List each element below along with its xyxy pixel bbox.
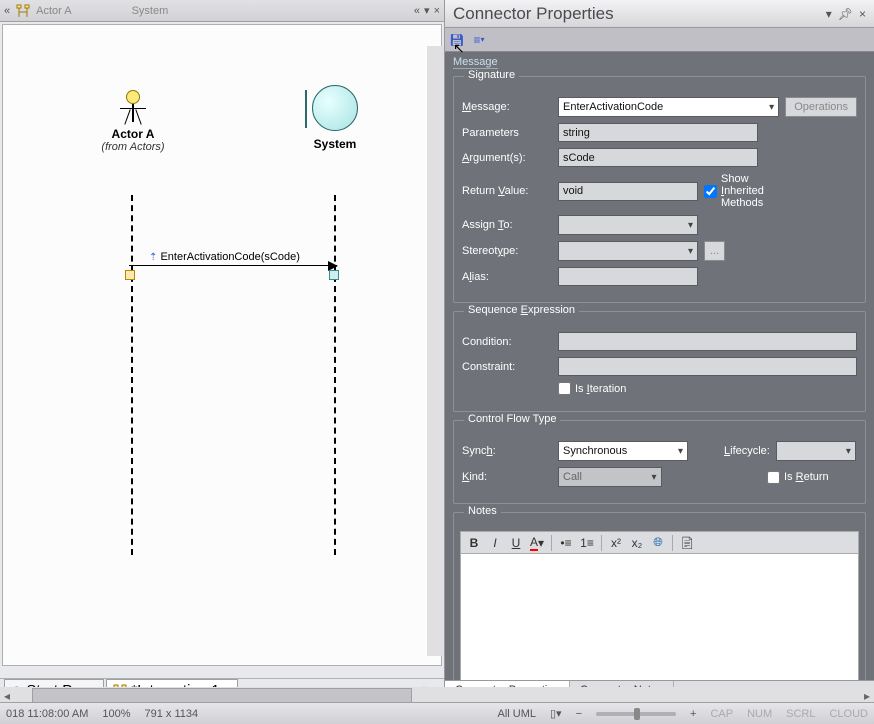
status-dims: 791 x 1134: [145, 708, 199, 720]
status-num: NUM: [747, 708, 772, 720]
alias-input[interactable]: [558, 267, 698, 286]
status-filter[interactable]: All UML: [497, 708, 536, 720]
lifecycle-label: Lifecycle:: [724, 445, 770, 457]
chevron-left-icon[interactable]: «: [4, 5, 10, 17]
message-combo[interactable]: EnterActivationCode: [558, 97, 779, 117]
panel-toolbar: 💾︎↖ ≡▾: [445, 28, 874, 52]
message-connector[interactable]: ⇡ EnterActivationCode(sCode): [129, 253, 337, 266]
bold-icon[interactable]: B: [465, 534, 483, 552]
panel-title-bar: Connector Properties ▾ 📌︎ ×: [445, 0, 874, 28]
sequence-diagram-icon: [16, 4, 30, 18]
notes-toolbar: B I U A▾ •≡ 1≡ x² x₂ 🌐︎ 📄︎: [460, 531, 859, 553]
zoom-slider[interactable]: [596, 712, 676, 716]
status-bar: 018 11:08:00 AM 100% 791 x 1134 All UML …: [0, 702, 874, 724]
save-icon[interactable]: 💾︎↖: [449, 32, 465, 48]
dropdown-icon[interactable]: ▾: [424, 4, 430, 17]
condition-label: Condition:: [462, 336, 552, 348]
status-cap: CAP: [710, 708, 733, 720]
message-text: EnterActivationCode(sCode): [160, 251, 299, 263]
new-note-icon[interactable]: 📄︎: [678, 534, 696, 552]
header-system: System: [132, 5, 169, 17]
stereotype-combo[interactable]: [558, 241, 698, 261]
zoom-in-icon[interactable]: +: [690, 708, 696, 720]
status-scrl: SCRL: [786, 708, 815, 720]
chevron-left-double-icon[interactable]: «: [414, 5, 420, 17]
arguments-label: Argument(s):: [462, 152, 552, 164]
arguments-input[interactable]: [558, 148, 758, 167]
italic-icon[interactable]: I: [486, 534, 504, 552]
lifeline-system[interactable]: [334, 195, 336, 555]
assign-combo[interactable]: [558, 215, 698, 235]
header-actor: Actor A: [36, 5, 71, 17]
diagram-header: « Actor A System « ▾ ×: [0, 0, 444, 22]
system-element[interactable]: System: [303, 85, 367, 151]
lifeline-actor[interactable]: [131, 195, 133, 555]
close-header-icon[interactable]: ×: [434, 5, 440, 17]
system-name: System: [303, 137, 367, 151]
number-list-icon[interactable]: 1≡: [578, 534, 596, 552]
return-input[interactable]: [558, 182, 698, 201]
alias-label: Alias:: [462, 271, 552, 283]
actor-from: (from Actors): [98, 141, 168, 153]
is-iteration-check[interactable]: Is Iteration: [558, 382, 648, 395]
condition-input[interactable]: [558, 332, 857, 351]
panel-title: Connector Properties: [453, 4, 614, 24]
hyperlink-icon[interactable]: 🌐︎: [649, 534, 667, 552]
stereotype-label: Stereotype:: [462, 245, 552, 257]
zoom-dropdown-icon[interactable]: ▯▾: [550, 707, 562, 720]
show-inherited-check[interactable]: Show Inherited Methods: [704, 173, 794, 209]
operations-button[interactable]: Operations: [785, 97, 857, 117]
font-color-icon[interactable]: A▾: [528, 534, 546, 552]
status-zoom: 100%: [102, 708, 130, 720]
kind-combo: Call: [558, 467, 662, 487]
vertical-scrollbar[interactable]: [427, 46, 444, 656]
actor-head-icon: [126, 90, 140, 104]
underline-icon[interactable]: U: [507, 534, 525, 552]
lifecycle-combo[interactable]: [776, 441, 856, 461]
signature-group: Signature Message: EnterActivationCode O…: [453, 76, 866, 303]
notes-textarea[interactable]: [460, 553, 859, 680]
stereotype-browse-button[interactable]: ...: [704, 241, 725, 261]
synch-combo[interactable]: Synchronous: [558, 441, 688, 461]
parameters-label: Parameters: [462, 127, 552, 139]
source-port[interactable]: [125, 270, 135, 280]
kind-label: Kind:: [462, 471, 552, 483]
sequence-expression-group: Sequence Expression Condition: Constrain…: [453, 311, 866, 412]
status-time: 018 11:08:00 AM: [6, 708, 88, 720]
return-label: Return Value:: [462, 185, 552, 197]
constraint-input[interactable]: [558, 357, 857, 376]
menu-icon[interactable]: ≡▾: [471, 32, 487, 48]
superscript-icon[interactable]: x²: [607, 534, 625, 552]
zoom-out-icon[interactable]: −: [576, 708, 582, 720]
message-subtab[interactable]: Message: [445, 52, 874, 70]
target-port[interactable]: [329, 270, 339, 280]
diagram-canvas[interactable]: Actor A (from Actors) System ⇡ EnterActi…: [2, 24, 442, 666]
message-label: Message:: [462, 101, 552, 113]
constraint-label: Constraint:: [462, 361, 552, 373]
assign-label: Assign To:: [462, 219, 552, 231]
synch-label: Synch:: [462, 445, 552, 457]
is-return-check[interactable]: Is Return: [767, 471, 857, 484]
notes-group: Notes B I U A▾ •≡ 1≡ x² x₂ 🌐︎ 📄︎: [453, 512, 866, 680]
actor-a[interactable]: Actor A (from Actors): [98, 90, 168, 153]
close-panel-icon[interactable]: ×: [859, 7, 866, 21]
bullet-list-icon[interactable]: •≡: [557, 534, 575, 552]
subscript-icon[interactable]: x₂: [628, 534, 646, 552]
dropdown-icon[interactable]: ▾: [826, 7, 832, 21]
pin-icon[interactable]: 📌︎: [838, 7, 853, 21]
return-arrow-icon: ⇡: [149, 252, 157, 263]
status-cloud: CLOUD: [829, 708, 868, 720]
parameters-input[interactable]: [558, 123, 758, 142]
control-flow-group: Control Flow Type Synch: Synchronous Lif…: [453, 420, 866, 504]
actor-name: Actor A: [98, 127, 168, 141]
boundary-icon: [312, 85, 358, 131]
arrow-icon: [129, 265, 337, 266]
